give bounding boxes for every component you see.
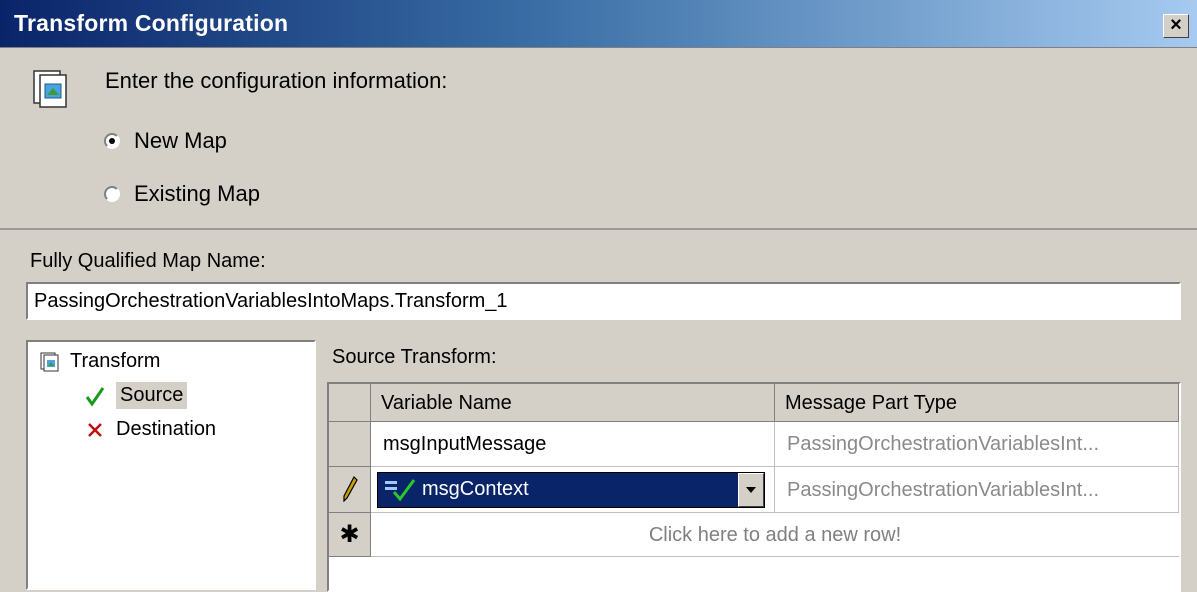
row-header[interactable] [329,422,371,467]
tree-item-source[interactable]: Source [84,382,188,409]
transform-tree: Transform Source Destination [26,340,316,590]
new-map-radio[interactable]: New Map [104,128,227,154]
map-name-field[interactable]: PassingOrchestrationVariablesIntoMaps.Tr… [26,282,1181,320]
message-part-type-cell: PassingOrchestrationVariablesInt... [775,422,1179,467]
close-button[interactable]: × [1163,14,1189,38]
tree-item-transform[interactable]: Transform [40,350,160,373]
tree-item-label: Source [116,382,188,409]
existing-map-label: Existing Map [134,181,260,206]
new-row-header[interactable]: ✱ [329,513,371,557]
dropdown-button[interactable] [738,473,764,507]
title-bar: Transform Configuration × [0,0,1197,48]
variable-combobox[interactable]: msgContext [377,472,765,508]
tree-item-label: Destination [116,418,217,440]
variable-check-icon [385,479,416,502]
x-mark-icon [88,422,102,437]
source-transform-label: Source Transform: [332,346,497,368]
map-name-label: Fully Qualified Map Name: [30,250,266,272]
pencil-icon [342,475,358,503]
chevron-down-icon [746,487,756,493]
add-new-row[interactable]: Click here to add a new row! [371,513,1179,557]
window-title: Transform Configuration [14,10,289,36]
radio-button-checked[interactable] [104,133,120,149]
header-prompt: Enter the configuration information: [105,68,448,93]
radio-button-unchecked[interactable] [104,186,120,202]
column-header-variable-name[interactable]: Variable Name [371,384,775,422]
asterisk-icon: ✱ [339,521,360,548]
map-wizard-icon [33,70,67,108]
checkmark-icon [85,386,105,407]
variable-combobox-value: msgContext [422,478,529,500]
header-panel: Enter the configuration information: New… [0,48,1197,230]
transform-icon [40,352,59,371]
variable-name-cell[interactable]: msgInputMessage [371,422,775,467]
existing-map-radio[interactable]: Existing Map [104,181,260,207]
tree-item-label: Transform [70,350,161,372]
close-icon: × [1170,14,1182,36]
row-header-editing[interactable] [329,467,371,513]
source-transform-grid: Variable Name Message Part Type msgInput… [327,382,1181,592]
new-map-label: New Map [134,128,227,153]
column-header-message-part-type[interactable]: Message Part Type [775,384,1179,422]
tree-item-destination[interactable]: Destination [84,418,216,441]
message-part-type-cell: PassingOrchestrationVariablesInt... [775,467,1179,513]
grid-corner [329,384,371,422]
